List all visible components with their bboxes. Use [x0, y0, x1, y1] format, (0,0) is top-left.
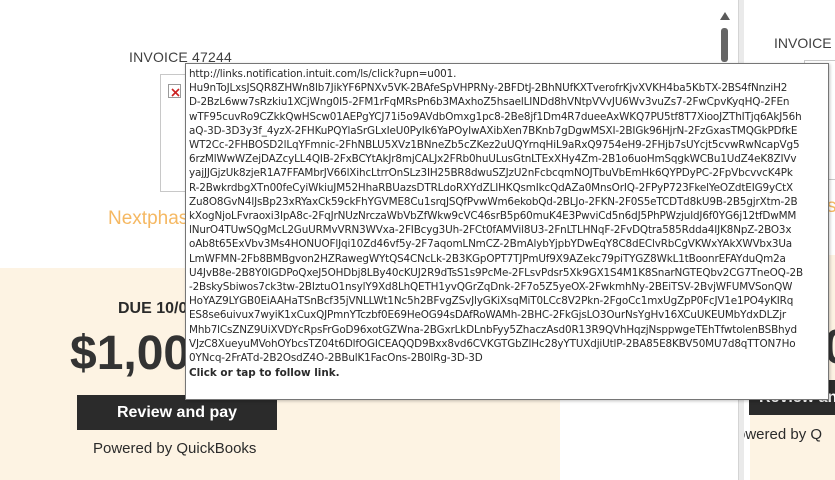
powered-by-label: Powered by QuickBooks	[93, 440, 257, 457]
tooltip-url-line: D-2BzL6ww7sRzkiu1XCjWng0I5-2FM1rFqMRsPn6…	[189, 96, 790, 109]
tooltip-url-line: R-2BwkrdbgXTn00feCyiWkiuJM52HhaRBUazsDTR…	[189, 181, 793, 194]
tooltip-url-line: 0YNcq-2FrATd-2B2OsdZ4O-2BBulK1FacOns-2B0…	[189, 352, 483, 365]
tooltip-url-line: U4JvB8e-2B8Y0IGDPoQxeJ5OHDbj8LBy40cKUJ2R…	[189, 266, 803, 279]
email-reading-window: INVOICE 47244 Nextphase DUE 10/0 $1,00 R…	[0, 0, 835, 480]
tooltip-follow-hint: Click or tap to follow link.	[189, 367, 340, 380]
tooltip-url-line: Hu9nToJLxsJSQR8ZHWn8lb7JikYF6PNXv5VK-2BA…	[189, 82, 788, 95]
secondary-powered-by-label: owered by Q	[744, 426, 823, 443]
broken-image-icon[interactable]	[168, 84, 181, 98]
tooltip-url-line: ES8se6uivux7wyiK1xCuxQJPmnYTczbf0E69HeOG…	[189, 309, 787, 322]
tooltip-url-line: aQ-3D-3D3y3f_4yzX-2FHKuPQYlaSrGLxIeU0PyI…	[189, 124, 798, 137]
tooltip-url-line: Zu8O8GvN4lJsBp23xRYaxCk59ckFhYGVME8Cu1sr…	[189, 195, 798, 208]
tooltip-url-line: HoYAZ9LYGB0EiAAHaTSnBcf35jVNLLWt1Nc5h2BF…	[189, 295, 794, 308]
tooltip-url-line: -2BskySbiwos7ck3tw-2BIztuO1nsylY9Xd8LhQE…	[189, 281, 793, 294]
review-and-pay-button[interactable]: Review and pay	[77, 395, 277, 430]
due-date-label: DUE 10/0	[118, 300, 188, 317]
secondary-invoice-label: INVOICE 4	[774, 35, 835, 51]
tooltip-url-line: wTF95cuvRo9CZkkQwHScw01AEPgYCJ71i5o9AVdb…	[189, 110, 802, 123]
tooltip-url-text: http://links.notification.intuit.com/ls/…	[189, 67, 824, 365]
tooltip-url-line: WT2Cc-2FHBOSD2lLqYFmnic-2FhNBLU5XVz1BNne…	[189, 139, 800, 152]
amount-due: $1,00	[70, 327, 191, 380]
tooltip-url-line: VJzC8XueyuMVohOYbcsTZ04t6DlfOGICEAQQD9Bx…	[189, 337, 796, 350]
tooltip-url-line: Mhb7lCsZNZ9UiXVDYcRpsFrGoD96xotGZWna-2BG…	[189, 323, 797, 336]
tooltip-url-line: yajJJGjzUk8zjeR1A7FFAMbrJV66lXihcLtrrOnS…	[189, 167, 793, 180]
tooltip-url-line: kXogNjoLFvraoxi3IpA8c-2FqJrNUzNrczaWbVbZ…	[189, 210, 797, 223]
tooltip-url-line: oAb8t65ExVbv3Ms4HONUOFlJqi10Zd46vf5y-2F7…	[189, 238, 792, 251]
tooltip-url-line: http://links.notification.intuit.com/ls/…	[189, 68, 457, 80]
scrollbar-thumb[interactable]	[721, 28, 728, 62]
link-tooltip: http://links.notification.intuit.com/ls/…	[185, 63, 829, 400]
tooltip-url-line: LmWFMN-2Fb8BMBgvon2HZRawegWYtQS4CNcLk-2B…	[189, 252, 786, 265]
tooltip-url-line: 6rzMlWwWZejDAZcyLL4QIB-2FxBCYtAkJr8mjCAL…	[189, 153, 797, 166]
scroll-up-arrow-icon[interactable]	[720, 12, 730, 20]
tooltip-url-line: lNurO4TUwSQgMcL2GuURMvVRN3WVxa-2FIBcyg3U…	[189, 224, 792, 237]
